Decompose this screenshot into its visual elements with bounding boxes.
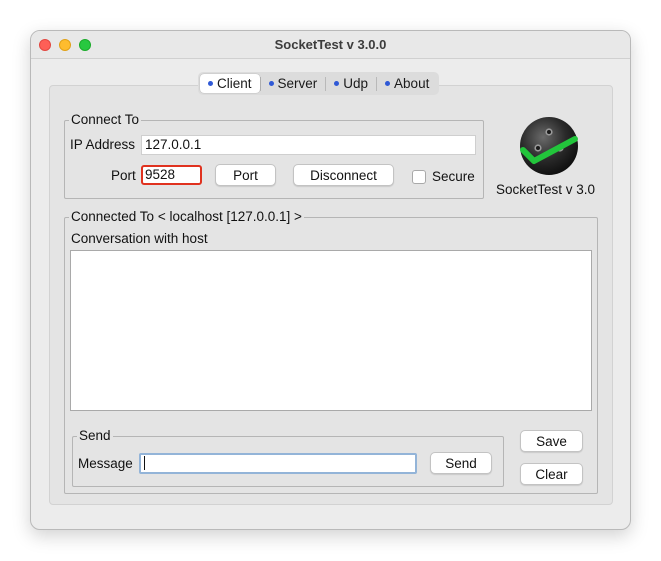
message-label: Message [78,456,133,471]
disconnect-button[interactable]: Disconnect [293,164,394,186]
window-title: SocketTest v 3.0.0 [274,37,387,52]
tab-dot-icon [385,81,391,86]
conversation-textarea[interactable] [70,250,592,411]
connected-to-legend: Connected To < localhost [127.0.0.1] > [71,209,302,224]
clear-button[interactable]: Clear [520,463,583,485]
tab-label: Client [217,76,252,91]
tab-bar: Client Server Udp About [198,72,440,95]
ip-address-input[interactable]: 127.0.0.1 [141,135,476,155]
port-button[interactable]: Port [215,164,276,186]
conversation-label: Conversation with host [71,231,208,246]
port-input[interactable]: 9528 [141,165,202,185]
tab-server[interactable]: Server [261,74,326,93]
message-input[interactable] [139,453,417,474]
port-label: Port [111,168,136,183]
version-label: SocketTest v 3.0 [496,182,596,197]
save-button[interactable]: Save [520,430,583,452]
send-button[interactable]: Send [430,452,492,474]
tab-label: Server [277,76,318,91]
text-caret [144,456,145,471]
tab-label: About [394,76,430,91]
tab-dot-icon [268,81,274,86]
tab-label: Udp [343,76,369,91]
tab-dot-icon [208,81,213,86]
title-bar: SocketTest v 3.0.0 [31,31,630,59]
socket-plug-check-icon [520,117,578,175]
secure-checkbox[interactable] [412,170,426,184]
app-window: SocketTest v 3.0.0 Client Server Udp Abo… [30,30,631,530]
tab-udp[interactable]: Udp [326,74,376,93]
secure-label: Secure [432,169,475,184]
tab-client[interactable]: Client [200,74,260,93]
connect-to-legend: Connect To [71,112,140,127]
send-legend: Send [79,428,111,443]
ip-address-label: IP Address [70,137,136,152]
tab-dot-icon [334,81,340,86]
tab-about[interactable]: About [377,74,437,93]
connect-to-group: Connect To [64,113,484,199]
